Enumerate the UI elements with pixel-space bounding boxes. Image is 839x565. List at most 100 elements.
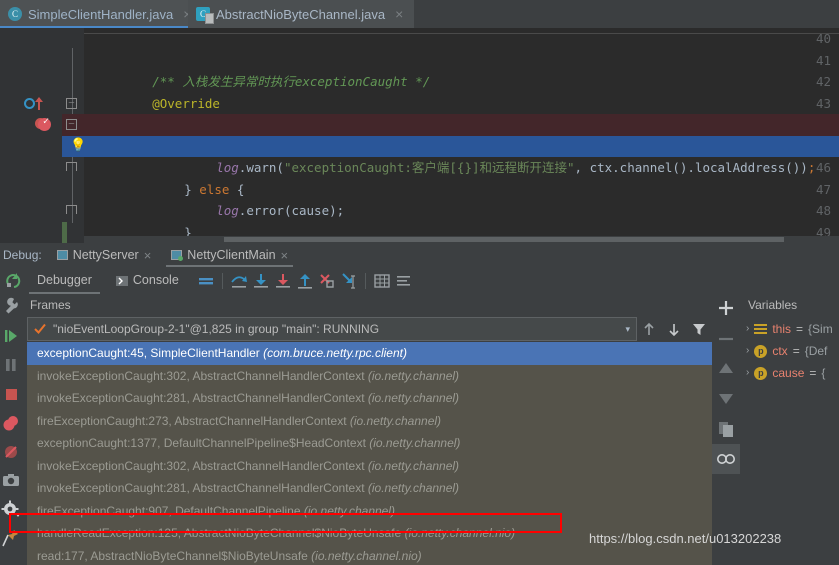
variable-name: cause — [772, 362, 804, 384]
step-out-icon[interactable] — [294, 270, 316, 292]
run-tab-label: NettyServer — [73, 248, 139, 262]
tab-debugger[interactable]: Debugger — [25, 267, 104, 294]
frame-package: (io.netty.channel) — [369, 436, 460, 450]
fold-collapse-icon[interactable]: – — [66, 119, 77, 130]
variables-panel-title: Variables — [748, 294, 797, 316]
frame-list-item[interactable]: invokeExceptionCaught:281, AbstractChann… — [27, 477, 712, 500]
parameter-value-icon: p — [754, 345, 767, 358]
layout-icon[interactable] — [195, 270, 217, 292]
frame-list-item[interactable]: invokeExceptionCaught:281, AbstractChann… — [27, 387, 712, 410]
frame-method: exceptionCaught:45, SimpleClientHandler — [37, 346, 260, 360]
variable-row-ctx[interactable]: › p ctx = {Def — [740, 340, 839, 362]
camera-icon[interactable] — [0, 468, 22, 497]
thread-label: "nioEventLoopGroup-2-1"@1,825 in group "… — [53, 322, 379, 336]
copy-icon[interactable] — [712, 414, 740, 444]
pause-program-icon[interactable] — [0, 352, 22, 381]
chevron-down-icon[interactable]: ▾ — [625, 324, 630, 335]
wrench-icon[interactable] — [0, 294, 22, 323]
pin-icon[interactable] — [0, 526, 22, 555]
variable-row-this[interactable]: › this = {Sim — [740, 318, 839, 340]
parameter-value-icon: p — [754, 367, 767, 380]
run-to-cursor-icon[interactable] — [338, 270, 360, 292]
overriding-method-icon[interactable] — [24, 98, 35, 109]
frame-list-item[interactable]: fireExceptionCaught:907, DefaultChannelP… — [27, 500, 712, 523]
run-tab-label: NettyClientMain — [187, 248, 275, 262]
settings-icon[interactable] — [393, 270, 415, 292]
frame-method: invokeExceptionCaught:281, AbstractChann… — [37, 391, 365, 405]
frame-method: invokeExceptionCaught:302, AbstractChann… — [37, 369, 365, 383]
frame-method: read:177, AbstractNioByteChannel$NioByte… — [37, 549, 308, 563]
frame-method: fireExceptionCaught:907, DefaultChannelP… — [37, 504, 301, 518]
toolbar-separator — [365, 273, 366, 289]
editor-horizontal-scrollbar[interactable] — [84, 236, 839, 243]
variable-row-cause[interactable]: › p cause = { — [740, 362, 839, 384]
override-arrow-icon — [38, 98, 40, 110]
editor-tab-label: SimpleClientHandler.java — [28, 7, 173, 22]
idea-debug-window: C SimpleClientHandler.java × C AbstractN… — [0, 0, 839, 565]
run-tab-nettyclientmain[interactable]: NettyClientMain × — [166, 243, 293, 267]
close-icon[interactable]: × — [395, 7, 403, 21]
fold-end-icon[interactable] — [66, 205, 77, 214]
chevron-right-icon[interactable]: › — [746, 318, 749, 340]
variable-value: { — [821, 362, 825, 384]
move-down-icon[interactable] — [712, 384, 740, 414]
run-tab-nettyserver[interactable]: NettyServer × — [52, 243, 157, 267]
stop-icon[interactable] — [0, 381, 22, 410]
variable-equals: = — [793, 340, 800, 362]
watches-icon[interactable] — [712, 444, 740, 474]
variable-value: {Def — [805, 340, 828, 362]
arrow-down-icon[interactable] — [667, 322, 681, 337]
variables-list[interactable]: › this = {Sim › p ctx = {Def › p cause =… — [740, 318, 839, 384]
editor-tab-abstractniobytechannel[interactable]: C AbstractNioByteChannel.java × — [188, 0, 414, 28]
watermark-text: https://blog.csdn.net/u013202238 — [589, 531, 781, 546]
frame-package: (io.netty.channel) — [350, 414, 441, 428]
code-text-area[interactable]: /** 入栈发生异常时执行exceptionCaught */ @Overrid… — [84, 28, 839, 243]
add-icon[interactable] — [712, 294, 740, 324]
rerun-icon[interactable] — [3, 270, 25, 292]
chevron-right-icon[interactable]: › — [746, 340, 749, 362]
variable-equals: = — [796, 318, 803, 340]
frame-list-item[interactable]: exceptionCaught:45, SimpleClientHandler … — [27, 342, 712, 365]
close-icon[interactable]: × — [281, 248, 289, 263]
scrollbar-thumb[interactable] — [224, 237, 784, 242]
step-into-icon[interactable] — [250, 270, 272, 292]
debug-side-toolbar — [0, 294, 22, 565]
variables-side-toolbar — [712, 294, 740, 565]
settings-gear-icon[interactable] — [0, 497, 22, 526]
editor-tab-bar: C SimpleClientHandler.java × C AbstractN… — [0, 0, 839, 28]
frames-navigation-tools — [642, 317, 712, 341]
resume-program-icon[interactable] — [0, 323, 22, 352]
frame-list-item[interactable]: exceptionCaught:1377, DefaultChannelPipe… — [27, 432, 712, 455]
fold-end-icon[interactable] — [66, 162, 77, 171]
chevron-right-icon[interactable]: › — [746, 362, 749, 384]
filter-icon[interactable] — [692, 322, 706, 337]
toolbar-separator — [222, 273, 223, 289]
variables-panel: Variables › this = {Sim › p ctx = {Def ›… — [740, 294, 839, 565]
mute-breakpoints-icon[interactable] — [0, 439, 22, 468]
arrow-up-icon[interactable] — [642, 322, 656, 337]
frame-method: exceptionCaught:1377, DefaultChannelPipe… — [37, 436, 366, 450]
close-icon[interactable]: × — [144, 248, 152, 263]
variable-value: {Sim — [808, 318, 833, 340]
frame-list-item[interactable]: read:177, AbstractNioByteChannel$NioByte… — [27, 545, 712, 565]
run-config-running-icon — [171, 250, 182, 260]
force-step-into-icon[interactable] — [272, 270, 294, 292]
fold-collapse-icon[interactable]: – — [66, 98, 77, 109]
frame-package: (io.netty.channel) — [368, 481, 459, 495]
drop-frame-icon[interactable] — [316, 270, 338, 292]
variable-equals: = — [809, 362, 816, 384]
thread-selector[interactable]: "nioEventLoopGroup-2-1"@1,825 in group "… — [27, 317, 637, 341]
frame-method: invokeExceptionCaught:302, AbstractChann… — [37, 459, 365, 473]
view-breakpoints-icon[interactable] — [0, 410, 22, 439]
frame-list-item[interactable]: invokeExceptionCaught:302, AbstractChann… — [27, 365, 712, 388]
stack-frame-value-icon — [754, 323, 767, 336]
move-up-icon[interactable] — [712, 354, 740, 384]
code-editor[interactable]: 40 41 42 43 44 ✓ 45 46 47 48 — [0, 28, 839, 243]
step-over-icon[interactable] — [228, 270, 250, 292]
frame-list-item[interactable]: invokeExceptionCaught:302, AbstractChann… — [27, 455, 712, 478]
editor-tab-simpleclienthandler[interactable]: C SimpleClientHandler.java × — [0, 0, 188, 28]
check-icon — [34, 323, 46, 335]
frame-list-item[interactable]: fireExceptionCaught:273, AbstractChannel… — [27, 410, 712, 433]
evaluate-expression-icon[interactable] — [371, 270, 393, 292]
tab-console[interactable]: Console — [104, 267, 191, 294]
